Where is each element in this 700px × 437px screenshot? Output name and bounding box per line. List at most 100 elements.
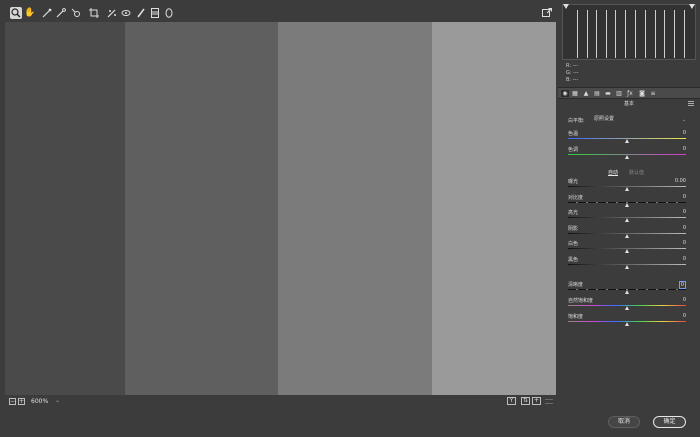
whites-label: 白色: [568, 241, 579, 247]
preview-strip-2: [125, 22, 278, 395]
swap-before-after-button[interactable]: ⇅: [521, 397, 530, 405]
shadows-value[interactable]: 0: [683, 225, 686, 231]
camera-raw-window: ✋ − + 600% ⌄ Y ⇅ + R: --- G: --- B: --- …: [0, 0, 700, 437]
clarity-value[interactable]: 0: [678, 281, 686, 289]
histogram-line: [596, 10, 597, 58]
whites-slider[interactable]: 白色 0: [568, 240, 686, 254]
section-title: 基本: [558, 100, 700, 108]
highlights-slider[interactable]: 高光 0: [568, 209, 686, 223]
highlights-thumb[interactable]: [625, 218, 629, 222]
rgb-readout-b-value: ---: [572, 77, 579, 83]
histogram-line: [655, 10, 656, 58]
clarity-thumb[interactable]: [625, 290, 629, 294]
tab-effects-icon[interactable]: ƒx: [626, 90, 634, 97]
preview-strip-3: [278, 22, 432, 395]
contrast-thumb[interactable]: [625, 203, 629, 207]
highlights-value[interactable]: 0: [683, 209, 686, 215]
saturation-label: 饱和度: [568, 314, 584, 320]
vibrance-thumb[interactable]: [625, 306, 629, 310]
shadows-thumb[interactable]: [625, 234, 629, 238]
preview-strip-4: [432, 22, 556, 395]
tab-lens-corrections-icon[interactable]: ▥: [615, 90, 623, 97]
white-balance-label: 白平衡:: [568, 118, 585, 124]
shadows-label: 阴影: [568, 226, 579, 232]
white-balance-chevron-icon[interactable]: ⌄: [682, 117, 686, 123]
rgb-readout-r: R: ---: [566, 63, 578, 69]
blacks-thumb[interactable]: [625, 265, 629, 269]
saturation-thumb[interactable]: [625, 322, 629, 326]
open-preferences-icon[interactable]: [541, 7, 553, 19]
ok-button[interactable]: 确定: [653, 416, 686, 428]
clarity-label: 清晰度: [568, 282, 584, 288]
exposure-thumb[interactable]: [625, 187, 629, 191]
adjustment-brush-tool-icon[interactable]: [135, 7, 147, 19]
tab-hsl-icon[interactable]: ▤: [593, 90, 601, 97]
red-eye-tool-icon[interactable]: [120, 7, 132, 19]
histogram: [562, 4, 696, 60]
tab-camera-calibration-icon[interactable]: ◙: [638, 90, 646, 97]
cancel-button[interactable]: 取消: [608, 416, 640, 428]
shadows-slider[interactable]: 阴影 0: [568, 225, 686, 239]
hand-tool-icon[interactable]: ✋: [24, 7, 36, 19]
blacks-label: 黑色: [568, 257, 579, 263]
tint-slider[interactable]: 色调 0: [568, 146, 686, 160]
zoom-tool-icon[interactable]: [10, 7, 22, 19]
zoom-in-button[interactable]: +: [18, 398, 25, 405]
white-balance-select[interactable]: 原照设置: [594, 116, 686, 123]
adjustments-panel: R: --- G: --- B: --- ◉ ▦ ▲ ▤ ▬ ▥ ƒx ◙ ≡ …: [558, 0, 700, 408]
shadow-clipping-warning-icon[interactable]: [563, 4, 569, 9]
highlight-clipping-warning-icon[interactable]: [689, 4, 695, 9]
saturation-value[interactable]: 0: [683, 313, 686, 319]
temperature-slider[interactable]: 色温 0: [568, 130, 686, 144]
copy-settings-button[interactable]: +: [532, 397, 541, 405]
histogram-line: [615, 10, 616, 58]
zoom-dropdown-chevron-icon[interactable]: ⌄: [55, 397, 60, 404]
graduated-filter-tool-icon[interactable]: [149, 7, 161, 19]
exposure-label: 曝光: [568, 179, 579, 185]
white-balance-tool-icon[interactable]: [41, 7, 53, 19]
temperature-thumb[interactable]: [625, 139, 629, 143]
rgb-readout-b-label: B:: [566, 77, 572, 83]
histogram-line: [577, 10, 578, 58]
histogram-line: [664, 10, 665, 58]
default-link[interactable]: 默认值: [629, 169, 644, 176]
whites-value[interactable]: 0: [683, 240, 686, 246]
rgb-readout-r-label: R:: [566, 63, 572, 69]
auto-link[interactable]: 自动: [608, 169, 618, 176]
tab-tone-curve-icon[interactable]: ▦: [571, 90, 579, 97]
toggle-preview-icon[interactable]: [545, 399, 553, 404]
color-sampler-tool-icon[interactable]: [55, 7, 67, 19]
exposure-slider[interactable]: 曝光 0.00: [568, 178, 686, 192]
tab-presets-icon[interactable]: ≡: [649, 90, 657, 97]
crop-tool-icon[interactable]: [88, 7, 100, 19]
clarity-slider[interactable]: 清晰度 0: [568, 281, 686, 295]
exposure-value[interactable]: 0.00: [675, 178, 686, 184]
tab-detail-icon[interactable]: ▲: [582, 90, 590, 97]
contrast-value[interactable]: 0: [683, 194, 686, 200]
tab-split-toning-icon[interactable]: ▬: [604, 90, 612, 97]
tint-value[interactable]: 0: [683, 146, 686, 152]
preview-strip-1: [5, 22, 125, 395]
spot-removal-tool-icon[interactable]: [106, 7, 118, 19]
panel-menu-icon[interactable]: [688, 101, 694, 106]
histogram-line: [635, 10, 636, 58]
target-adjustment-tool-icon[interactable]: [70, 7, 82, 19]
before-after-view-button[interactable]: Y: [507, 397, 516, 405]
tint-thumb[interactable]: [625, 155, 629, 159]
whites-thumb[interactable]: [625, 249, 629, 253]
zoom-out-button[interactable]: −: [9, 398, 16, 405]
zoom-level[interactable]: 600%: [31, 398, 48, 405]
highlights-label: 高光: [568, 210, 579, 216]
vibrance-value[interactable]: 0: [683, 297, 686, 303]
rgb-readout-r-value: ---: [572, 63, 579, 69]
saturation-slider[interactable]: 饱和度 0: [568, 313, 686, 327]
image-preview-canvas[interactable]: [5, 22, 556, 395]
vibrance-slider[interactable]: 自然饱和度 0: [568, 297, 686, 311]
tab-basic-icon[interactable]: ◉: [561, 90, 569, 97]
radial-filter-tool-icon[interactable]: [163, 7, 175, 19]
blacks-slider[interactable]: 黑色 0: [568, 256, 686, 270]
blacks-value[interactable]: 0: [683, 256, 686, 262]
rgb-readout-g: G: ---: [566, 70, 579, 76]
contrast-slider[interactable]: 对比度 0: [568, 194, 686, 208]
temperature-value[interactable]: 0: [683, 130, 686, 136]
